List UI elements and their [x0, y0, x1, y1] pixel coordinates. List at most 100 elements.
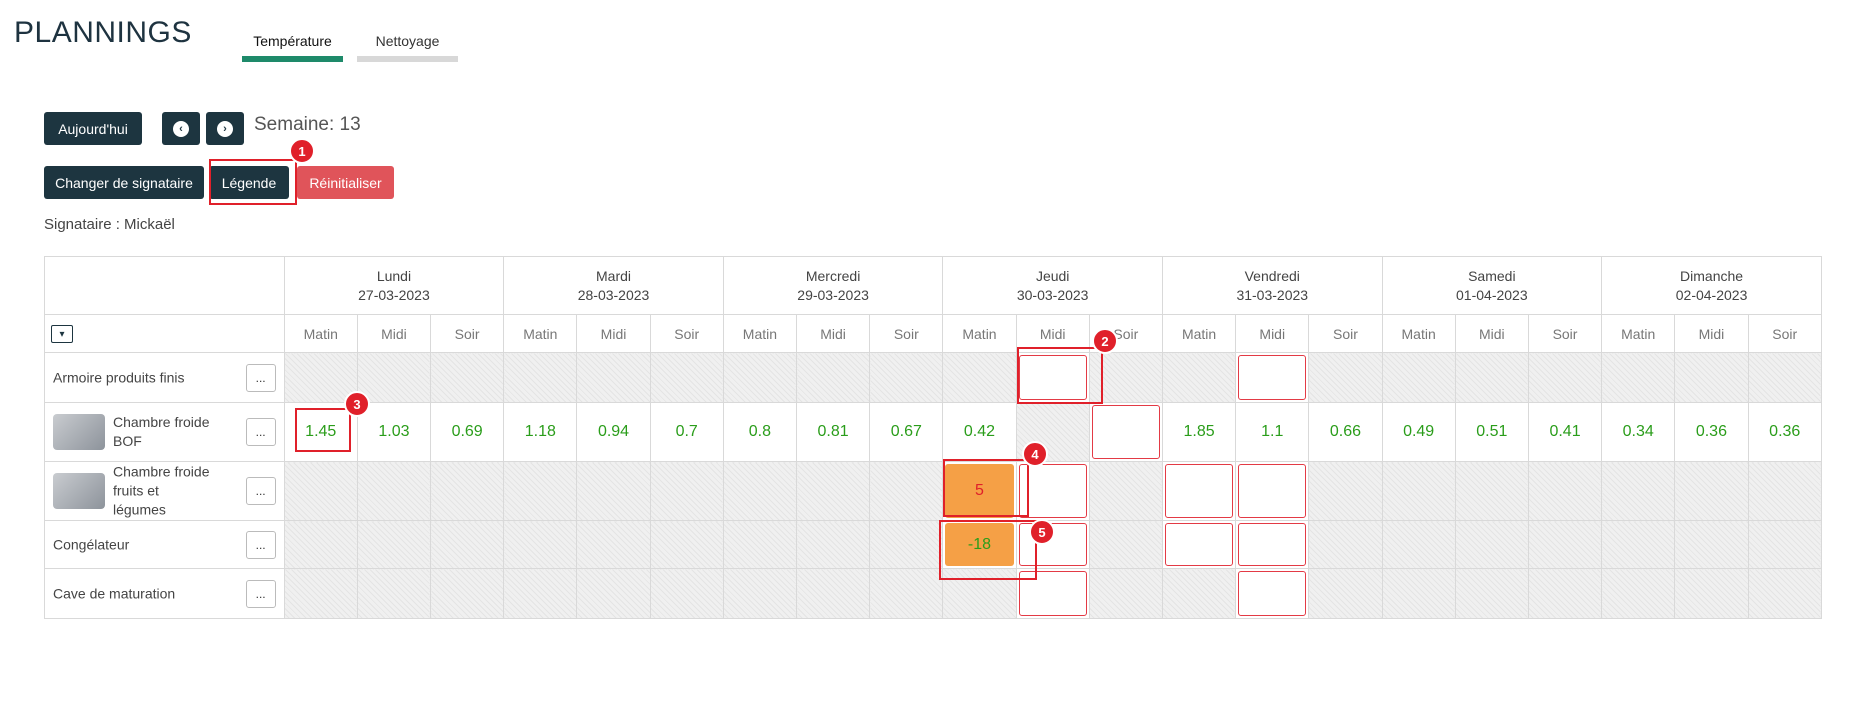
- reading-cell[interactable]: [1747, 568, 1822, 619]
- reading-cell[interactable]: [1381, 352, 1456, 403]
- reading-cell[interactable]: [283, 568, 358, 619]
- reading-cell[interactable]: [1308, 568, 1383, 619]
- reading-cell[interactable]: [283, 520, 358, 569]
- tab-temperature[interactable]: Température: [242, 30, 343, 62]
- reading-cell[interactable]: [1161, 568, 1237, 619]
- reading-cell[interactable]: [1088, 568, 1163, 619]
- reading-cell[interactable]: [356, 520, 432, 569]
- missing-reading-slot[interactable]: [1238, 523, 1307, 566]
- reading-cell[interactable]: [1235, 568, 1310, 619]
- reading-cell[interactable]: [356, 568, 432, 619]
- more-options-button[interactable]: ...: [245, 477, 276, 505]
- today-button[interactable]: Aujourd'hui: [44, 112, 142, 145]
- reading-cell[interactable]: [869, 352, 944, 403]
- reading-cell[interactable]: [503, 352, 578, 403]
- reading-cell[interactable]: [649, 461, 724, 521]
- reading-cell[interactable]: [869, 568, 944, 619]
- reading-cell[interactable]: 0.36: [1747, 402, 1822, 462]
- reading-cell[interactable]: [795, 568, 871, 619]
- reading-cell[interactable]: [1381, 568, 1456, 619]
- reading-cell[interactable]: [576, 568, 651, 619]
- reading-cell[interactable]: [795, 352, 871, 403]
- reading-cell[interactable]: [1747, 461, 1822, 521]
- tab-nettoyage[interactable]: Nettoyage: [357, 30, 458, 62]
- missing-reading-slot[interactable]: [1238, 355, 1307, 400]
- reading-cell[interactable]: [576, 461, 651, 521]
- reading-cell[interactable]: [430, 568, 505, 619]
- next-week-button[interactable]: ›: [206, 112, 244, 145]
- reading-cell[interactable]: [430, 520, 505, 569]
- reading-cell[interactable]: 0.8: [722, 402, 798, 462]
- reading-cell[interactable]: [1235, 352, 1310, 403]
- reading-cell[interactable]: [283, 461, 358, 521]
- reading-cell[interactable]: 0.66: [1308, 402, 1383, 462]
- reading-cell[interactable]: [1527, 461, 1603, 521]
- reading-cell[interactable]: 0.36: [1674, 402, 1749, 462]
- more-options-button[interactable]: ...: [245, 530, 276, 559]
- reading-cell[interactable]: [649, 352, 724, 403]
- reading-cell[interactable]: [1161, 520, 1237, 569]
- reading-cell[interactable]: [722, 568, 798, 619]
- reading-cell[interactable]: [649, 568, 724, 619]
- reading-cell[interactable]: [1601, 520, 1676, 569]
- reading-cell[interactable]: [722, 520, 798, 569]
- reading-cell[interactable]: 0.42: [942, 402, 1017, 462]
- reading-cell[interactable]: [430, 352, 505, 403]
- reading-cell[interactable]: 0.41: [1527, 402, 1603, 462]
- reading-cell[interactable]: [1454, 352, 1529, 403]
- reading-cell[interactable]: [1601, 352, 1676, 403]
- reading-cell[interactable]: [503, 520, 578, 569]
- reading-cell[interactable]: [356, 461, 432, 521]
- reading-cell[interactable]: 1.85: [1161, 402, 1237, 462]
- more-options-button[interactable]: ...: [245, 418, 276, 446]
- reading-cell[interactable]: [503, 568, 578, 619]
- reading-cell[interactable]: [1454, 520, 1529, 569]
- reading-cell[interactable]: 0.94: [576, 402, 651, 462]
- change-signer-button[interactable]: Changer de signataire: [44, 166, 204, 199]
- reading-cell[interactable]: 0.51: [1454, 402, 1529, 462]
- reading-cell[interactable]: [722, 352, 798, 403]
- reading-cell[interactable]: [356, 352, 432, 403]
- reading-cell[interactable]: [649, 520, 724, 569]
- reading-cell[interactable]: [1088, 461, 1163, 521]
- reading-cell[interactable]: [1527, 568, 1603, 619]
- reading-cell[interactable]: [1381, 520, 1456, 569]
- reading-cell[interactable]: 0.7: [649, 402, 724, 462]
- reading-cell[interactable]: [869, 461, 944, 521]
- reading-cell[interactable]: [1235, 461, 1310, 521]
- missing-reading-slot[interactable]: [1164, 523, 1234, 566]
- reading-cell[interactable]: [795, 461, 871, 521]
- reading-cell[interactable]: [1674, 461, 1749, 521]
- reading-cell[interactable]: [1088, 402, 1163, 462]
- reading-cell[interactable]: [1161, 461, 1237, 521]
- reading-cell[interactable]: [1308, 352, 1383, 403]
- reading-cell[interactable]: [1674, 520, 1749, 569]
- reading-cell[interactable]: [503, 461, 578, 521]
- reading-cell[interactable]: [1454, 568, 1529, 619]
- reading-cell[interactable]: [1308, 520, 1383, 569]
- reading-cell[interactable]: 0.69: [430, 402, 505, 462]
- reading-cell[interactable]: 1.03: [356, 402, 432, 462]
- reading-cell[interactable]: 1.18: [503, 402, 578, 462]
- reset-button[interactable]: Réinitialiser: [297, 166, 394, 199]
- reading-cell[interactable]: [1527, 352, 1603, 403]
- reading-cell[interactable]: 0.49: [1381, 402, 1456, 462]
- reading-cell[interactable]: [1381, 461, 1456, 521]
- reading-cell[interactable]: [1161, 352, 1237, 403]
- reading-cell[interactable]: [1527, 520, 1603, 569]
- reading-cell[interactable]: 0.34: [1601, 402, 1676, 462]
- missing-reading-slot[interactable]: [1164, 464, 1234, 518]
- reading-cell[interactable]: [1088, 520, 1163, 569]
- missing-reading-slot[interactable]: [1238, 571, 1307, 616]
- reading-cell[interactable]: [1674, 568, 1749, 619]
- reading-cell[interactable]: 0.67: [869, 402, 944, 462]
- reading-cell[interactable]: [1601, 568, 1676, 619]
- reading-cell[interactable]: [942, 352, 1017, 403]
- missing-reading-slot[interactable]: [1091, 405, 1160, 459]
- reading-cell[interactable]: [576, 352, 651, 403]
- reading-cell[interactable]: [430, 461, 505, 521]
- reading-cell[interactable]: [869, 520, 944, 569]
- reading-cell[interactable]: [576, 520, 651, 569]
- reading-cell[interactable]: 0.81: [795, 402, 871, 462]
- reading-cell[interactable]: [1747, 352, 1822, 403]
